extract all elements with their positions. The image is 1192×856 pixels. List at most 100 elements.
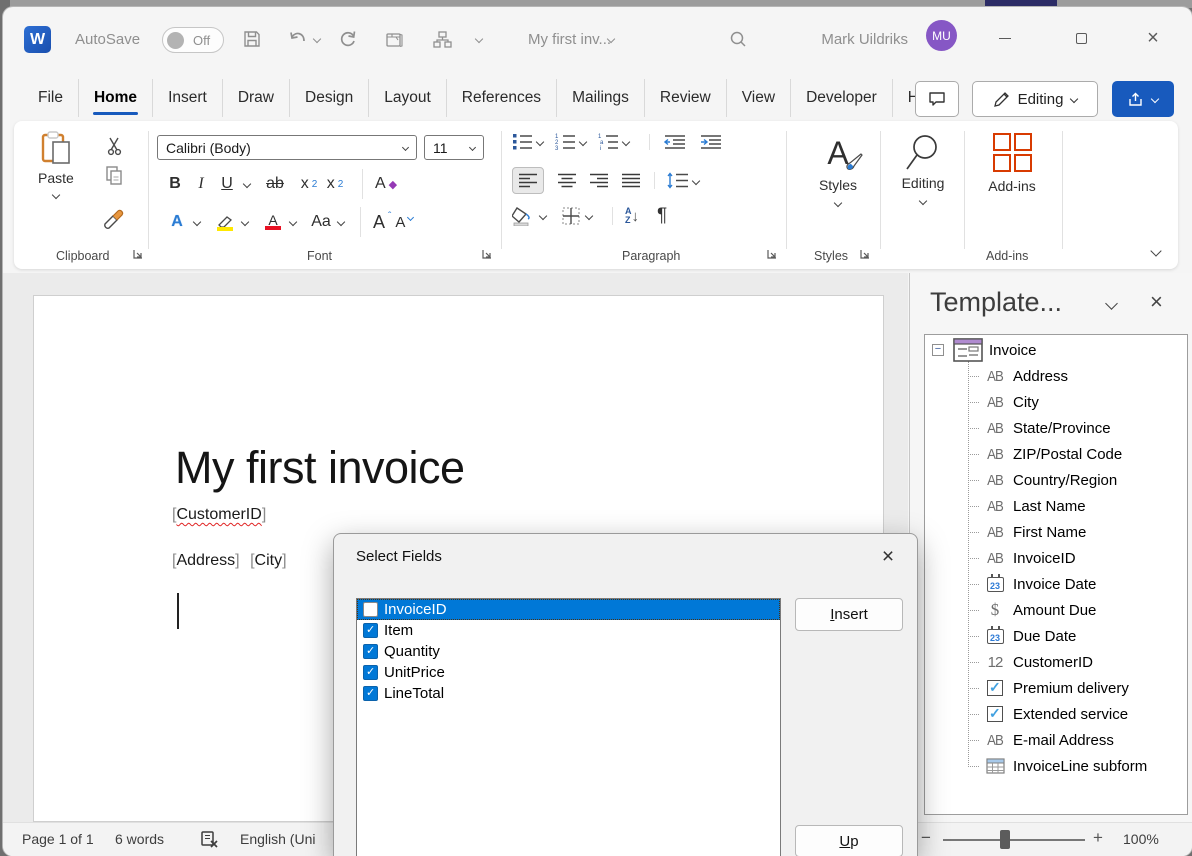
tree-root-invoice[interactable]: − Invoice bbox=[925, 337, 1037, 363]
tree-item-invoiceid[interactable]: ABInvoiceID bbox=[925, 545, 1076, 571]
redo-icon[interactable] bbox=[337, 28, 359, 50]
editing-group-button[interactable]: Editing bbox=[888, 133, 958, 204]
document-title[interactable]: My first inv... bbox=[528, 31, 611, 48]
bullets-button[interactable] bbox=[512, 133, 533, 150]
pilcrow-button[interactable]: ¶ bbox=[657, 205, 667, 227]
font-dialog-launcher-icon[interactable] bbox=[481, 248, 495, 262]
numbering-chevron-icon[interactable] bbox=[579, 137, 587, 145]
borders-button[interactable] bbox=[562, 207, 580, 225]
package-icon[interactable] bbox=[383, 28, 405, 50]
font-size-combo[interactable]: 11 bbox=[424, 135, 484, 160]
font-color-button[interactable]: A bbox=[260, 207, 286, 237]
tab-layout[interactable]: Layout bbox=[368, 79, 446, 117]
underline-button[interactable]: U bbox=[214, 169, 240, 199]
save-icon[interactable] bbox=[241, 28, 263, 50]
close-button[interactable]: × bbox=[1133, 21, 1173, 55]
zoom-slider-track[interactable] bbox=[943, 839, 1085, 841]
zoom-out-button[interactable]: − bbox=[921, 828, 931, 848]
numbering-button[interactable]: 123 bbox=[555, 133, 576, 150]
highlight-chevron-icon[interactable] bbox=[238, 207, 252, 237]
tab-view[interactable]: View bbox=[726, 79, 790, 117]
field-row-item[interactable]: Item bbox=[357, 620, 780, 641]
superscript-button[interactable]: x2 bbox=[322, 169, 348, 199]
field-checkbox[interactable] bbox=[363, 602, 378, 617]
styles-button[interactable]: A Styles bbox=[800, 133, 876, 206]
word-logo-icon[interactable]: W bbox=[24, 26, 51, 53]
field-checkbox[interactable] bbox=[363, 644, 378, 659]
tree-item-state-province[interactable]: ABState/Province bbox=[925, 415, 1111, 441]
text-effects-button[interactable]: A bbox=[164, 207, 190, 237]
shrink-font-button[interactable]: A bbox=[391, 207, 417, 237]
collapse-ribbon-chevron-icon[interactable] bbox=[1150, 245, 1161, 256]
field-row-linetotal[interactable]: LineTotal bbox=[357, 683, 780, 704]
tree-item-email-address[interactable]: ABE-mail Address bbox=[925, 727, 1114, 753]
field-row-invoiceid[interactable]: InvoiceID bbox=[357, 599, 780, 620]
merge-field-address-city[interactable]: [Address] [City] bbox=[172, 552, 287, 570]
multilevel-chevron-icon[interactable] bbox=[622, 137, 630, 145]
align-center-button[interactable] bbox=[558, 173, 576, 188]
dialog-close-icon[interactable]: × bbox=[873, 542, 903, 572]
tab-review[interactable]: Review bbox=[644, 79, 726, 117]
change-case-chevron-icon[interactable] bbox=[334, 207, 348, 237]
font-name-combo[interactable]: Calibri (Body) bbox=[157, 135, 417, 160]
paragraph-dialog-launcher-icon[interactable] bbox=[766, 248, 780, 262]
borders-chevron-icon[interactable] bbox=[585, 212, 593, 220]
align-left-button[interactable] bbox=[512, 167, 544, 194]
editing-mode-button[interactable]: Editing bbox=[972, 81, 1098, 117]
styles-dialog-launcher-icon[interactable] bbox=[859, 248, 873, 262]
avatar[interactable]: MU bbox=[926, 20, 957, 51]
text-effects-chevron-icon[interactable] bbox=[190, 207, 204, 237]
tree-item-amount-due[interactable]: $Amount Due bbox=[925, 597, 1096, 623]
justify-button[interactable] bbox=[622, 173, 640, 188]
collapse-minus-icon[interactable]: − bbox=[932, 344, 944, 356]
bullets-chevron-icon[interactable] bbox=[536, 137, 544, 145]
tab-draw[interactable]: Draw bbox=[222, 79, 289, 117]
copy-icon[interactable] bbox=[104, 165, 124, 187]
field-row-quantity[interactable]: Quantity bbox=[357, 641, 780, 662]
shading-button[interactable] bbox=[512, 206, 534, 226]
search-icon[interactable] bbox=[727, 28, 749, 50]
word-count[interactable]: 6 words bbox=[115, 831, 164, 847]
clipboard-dialog-launcher-icon[interactable] bbox=[132, 248, 146, 262]
italic-button[interactable]: I bbox=[188, 169, 214, 199]
clear-formatting-button[interactable]: A◆ bbox=[362, 169, 397, 199]
tab-references[interactable]: References bbox=[446, 79, 556, 117]
font-color-chevron-icon[interactable] bbox=[286, 207, 300, 237]
panel-close-icon[interactable]: × bbox=[1150, 289, 1163, 315]
grow-font-button[interactable]: Aˆ bbox=[360, 207, 391, 237]
tab-mailings[interactable]: Mailings bbox=[556, 79, 644, 117]
comments-button[interactable] bbox=[915, 81, 959, 117]
shading-chevron-icon[interactable] bbox=[539, 212, 547, 220]
undo-icon[interactable] bbox=[287, 28, 309, 50]
share-button[interactable] bbox=[1112, 81, 1174, 117]
align-right-button[interactable] bbox=[590, 173, 608, 188]
tree-item-premium-delivery[interactable]: Premium delivery bbox=[925, 675, 1129, 701]
fields-listbox[interactable]: InvoiceID Item Quantity UnitPrice LineTo… bbox=[356, 598, 781, 856]
user-name[interactable]: Mark Uildriks bbox=[803, 31, 908, 48]
merge-field-customerid[interactable]: [CustomerID] bbox=[172, 506, 266, 524]
field-row-unitprice[interactable]: UnitPrice bbox=[357, 662, 780, 683]
field-checkbox[interactable] bbox=[363, 665, 378, 680]
zoom-in-button[interactable]: + bbox=[1093, 828, 1103, 848]
tab-insert[interactable]: Insert bbox=[152, 79, 222, 117]
tree-item-invoice-date[interactable]: 23Invoice Date bbox=[925, 571, 1096, 597]
underline-chevron-icon[interactable] bbox=[240, 169, 254, 199]
panel-chevron-icon[interactable] bbox=[1105, 297, 1118, 310]
zoom-slider-handle[interactable] bbox=[1000, 830, 1010, 849]
tab-file[interactable]: File bbox=[23, 79, 78, 117]
minimize-button[interactable] bbox=[985, 21, 1025, 55]
tab-developer[interactable]: Developer bbox=[790, 79, 892, 117]
paste-button[interactable]: Paste bbox=[38, 131, 74, 198]
tree-item-country-region[interactable]: ABCountry/Region bbox=[925, 467, 1117, 493]
language-indicator[interactable]: English (Uni bbox=[240, 831, 315, 847]
highlight-button[interactable] bbox=[212, 207, 238, 237]
tree-item-extended-service[interactable]: Extended service bbox=[925, 701, 1128, 727]
tree-item-city[interactable]: ABCity bbox=[925, 389, 1039, 415]
tree-item-due-date[interactable]: 23Due Date bbox=[925, 623, 1076, 649]
change-case-button[interactable]: Aa bbox=[308, 207, 334, 237]
tree-item-first-name[interactable]: ABFirst Name bbox=[925, 519, 1086, 545]
tree-item-invoiceline-subform[interactable]: InvoiceLine subform bbox=[925, 753, 1147, 779]
doc-title-chevron-icon[interactable] bbox=[605, 28, 617, 50]
bold-button[interactable]: B bbox=[162, 169, 188, 199]
document-heading[interactable]: My first invoice bbox=[175, 442, 465, 494]
